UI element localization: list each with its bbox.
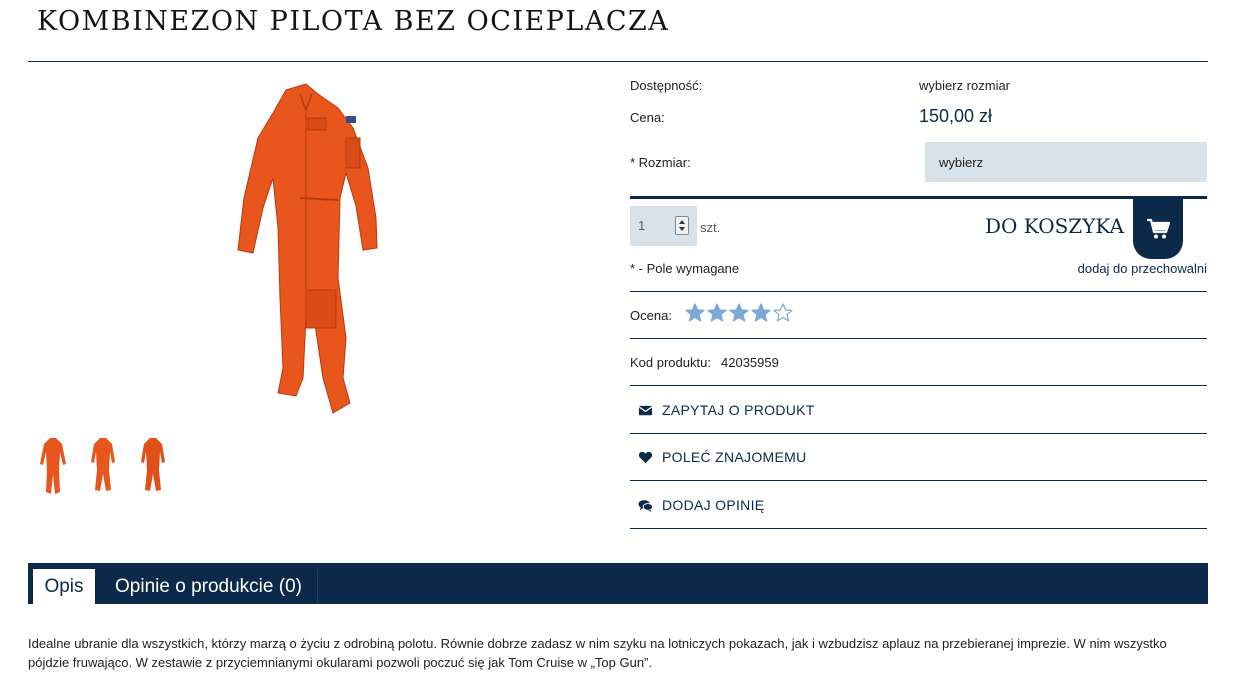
recommend-label: POLEĆ ZNAJOMEMU [662, 449, 807, 465]
divider [630, 338, 1207, 339]
add-review-button[interactable]: DODAJ OPINIĘ [638, 497, 764, 513]
comments-icon [638, 499, 653, 512]
thumbnail-1[interactable] [28, 436, 78, 498]
recommend-button[interactable]: POLEĆ ZNAJOMEMU [638, 449, 807, 465]
add-to-cart-label[interactable]: DO KOSZYKA [985, 214, 1124, 238]
product-code-value: 42035959 [721, 355, 779, 370]
cart-icon [1147, 218, 1170, 238]
price-label: Cena: [630, 110, 665, 125]
thumbnail-3[interactable] [128, 436, 178, 498]
star-filled-icon[interactable] [685, 303, 705, 323]
heart-icon [638, 451, 653, 463]
increment-icon[interactable] [679, 220, 685, 224]
divider [630, 291, 1207, 292]
ask-about-product-button[interactable]: ZAPYTAJ O PRODUKT [638, 402, 815, 418]
decrement-icon[interactable] [679, 227, 685, 231]
product-tabs: Opis Opinie o produkcie (0) [28, 563, 1208, 604]
divider [630, 480, 1207, 481]
rating-label: Ocena: [630, 308, 672, 323]
product-main-image[interactable] [188, 78, 438, 423]
thumbnail-2[interactable] [78, 436, 128, 498]
star-empty-icon[interactable] [773, 303, 793, 323]
quantity-stepper[interactable] [630, 206, 697, 246]
cart-divider [630, 196, 1207, 199]
quantity-input[interactable] [638, 218, 668, 233]
add-to-cart-button[interactable] [1133, 198, 1183, 259]
availability-value: wybierz rozmiar [919, 78, 1011, 93]
title-divider [28, 61, 1208, 62]
ask-about-product-label: ZAPYTAJ O PRODUKT [662, 402, 815, 418]
quantity-spinner[interactable] [675, 216, 689, 235]
product-description: Idealne ubranie dla wszystkich, którzy m… [28, 636, 1167, 670]
price-value: 150,00 zł [919, 106, 993, 126]
envelope-icon [638, 405, 653, 415]
size-select-value: wybierz [939, 154, 984, 170]
star-filled-icon[interactable] [751, 303, 771, 323]
rating-stars[interactable] [685, 303, 793, 323]
product-code-label: Kod produktu: [630, 355, 711, 370]
size-select[interactable]: wybierz [925, 142, 1207, 182]
product-title: KOMBINEZON PILOTA BEZ OCIEPLACZA [37, 6, 670, 37]
availability-label: Dostępność: [630, 78, 703, 93]
add-review-label: DODAJ OPINIĘ [662, 497, 765, 513]
quantity-unit: szt. [700, 220, 721, 235]
star-filled-icon[interactable] [729, 303, 749, 323]
thumbnail-strip [28, 436, 178, 498]
add-to-stash-link[interactable]: dodaj do przechowalni [1078, 261, 1207, 276]
divider [630, 433, 1207, 434]
star-filled-icon[interactable] [707, 303, 727, 323]
tab-description[interactable]: Opis [33, 569, 95, 604]
size-label: * Rozmiar: [630, 155, 691, 170]
required-note: * - Pole wymagane [630, 261, 740, 276]
divider [630, 528, 1207, 529]
divider [630, 385, 1207, 386]
tab-reviews[interactable]: Opinie o produkcie (0) [100, 569, 318, 604]
